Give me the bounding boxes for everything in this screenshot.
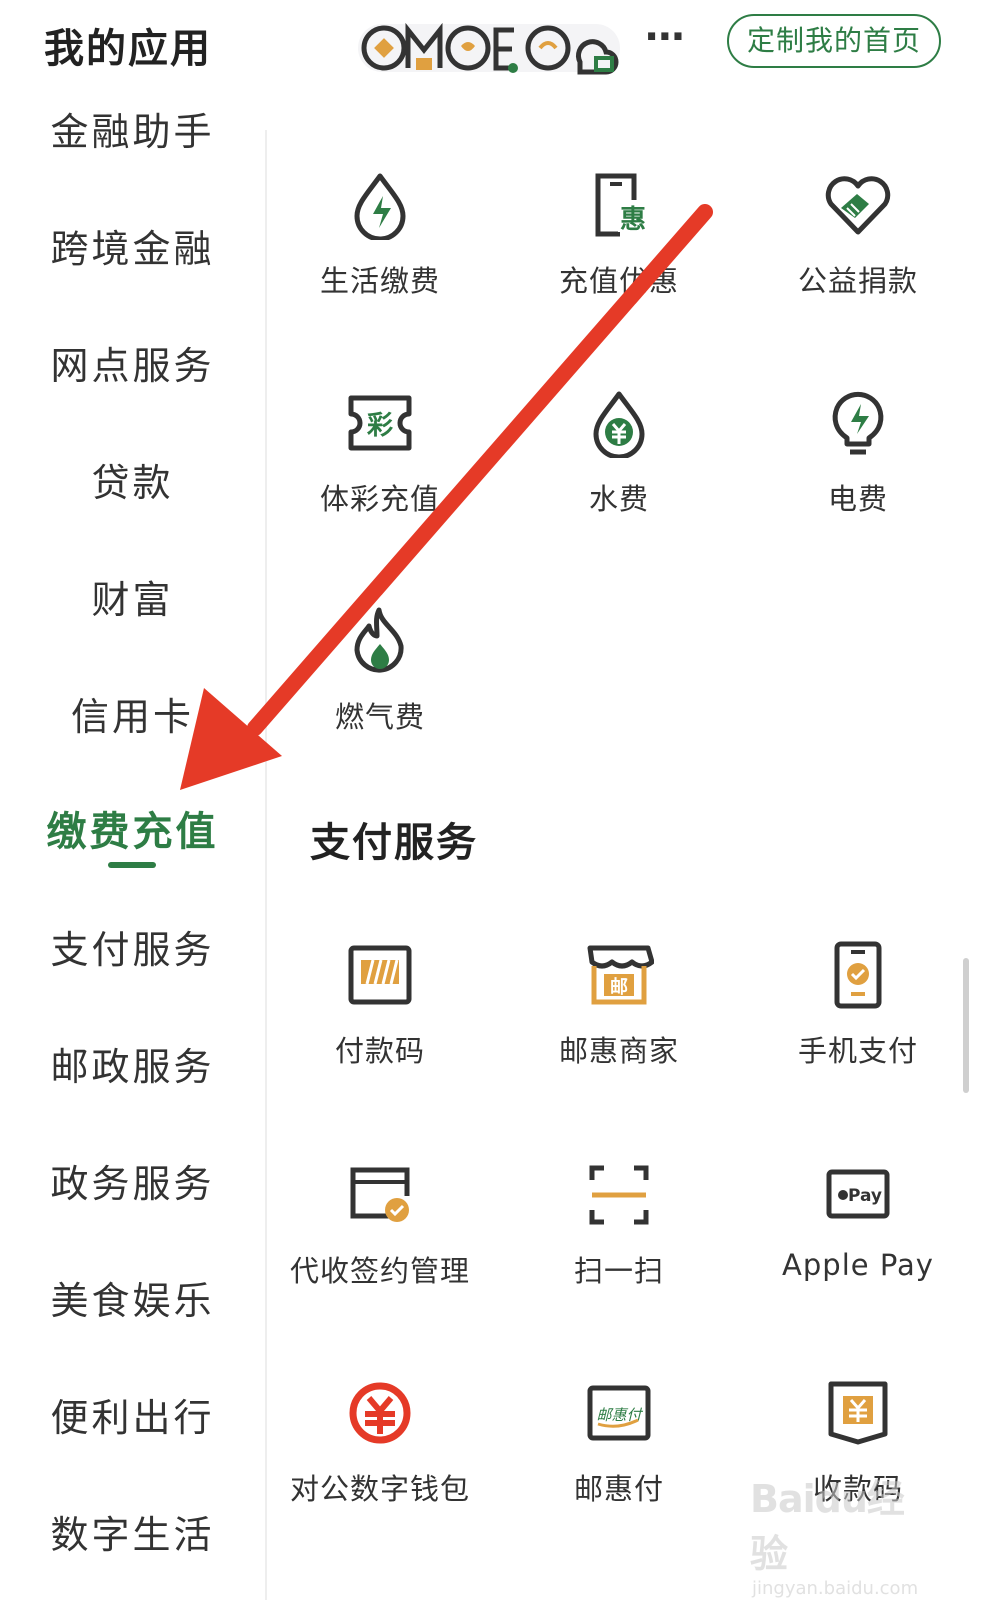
store-icon: 邮 — [587, 945, 654, 1005]
sidebar-item-digital-life[interactable]: 数字生活 — [0, 1505, 265, 1565]
page-title: 我的应用 — [44, 26, 212, 72]
customize-home-button[interactable]: 定制我的首页 — [727, 14, 941, 68]
sidebar-item-credit-card[interactable]: 信用卡 — [0, 687, 265, 747]
recent-apps-strip-icon[interactable] — [358, 18, 620, 76]
tile-apple-pay[interactable]: Pay Apple Pay — [738, 1160, 978, 1340]
tile-topup-discount[interactable]: 惠 充值优惠 — [499, 170, 739, 350]
sidebar-item-travel[interactable]: 便利出行 — [0, 1388, 265, 1448]
tile-lottery-topup[interactable]: 彩 体彩充值 — [260, 388, 500, 568]
sidebar-item-cross-border[interactable]: 跨境金融 — [0, 219, 265, 279]
tile-label: 水费 — [588, 482, 649, 516]
svg-text:彩: 彩 — [366, 411, 393, 441]
svg-text:惠: 惠 — [620, 205, 646, 235]
tile-label: 手机支付 — [797, 1034, 918, 1068]
card-pay-icon: 邮惠付 — [587, 1385, 651, 1441]
sidebar-item-branch-services[interactable]: 网点服务 — [0, 336, 265, 396]
tile-label: 邮惠商家 — [558, 1034, 679, 1068]
lottery-ticket-icon: 彩 — [348, 395, 412, 451]
lightbulb-icon — [832, 391, 884, 455]
sidebar-item-postal[interactable]: 邮政服务 — [0, 1037, 265, 1097]
apple-pay-badge-text: Pay — [848, 1186, 882, 1206]
tile-label: 公益捐款 — [797, 264, 918, 298]
tile-electricity-bill[interactable]: 电费 — [738, 388, 978, 568]
tile-label: 燃气费 — [334, 700, 425, 734]
tile-payment-code[interactable]: 付款码 — [260, 940, 500, 1120]
tile-water-bill[interactable]: 水费 — [499, 388, 739, 568]
flame-icon — [354, 607, 404, 673]
receive-code-icon — [828, 1381, 888, 1445]
tile-scan[interactable]: 扫一扫 — [499, 1160, 739, 1340]
active-indicator — [108, 862, 156, 868]
tile-postal-merchants[interactable]: 邮 邮惠商家 — [499, 940, 739, 1120]
yuan-wallet-icon — [349, 1382, 411, 1444]
scrollbar[interactable] — [963, 958, 969, 1093]
tile-postal-pay[interactable]: 邮惠付 邮惠付 — [499, 1378, 739, 1558]
more-options-icon[interactable]: ··· — [644, 14, 686, 60]
tile-label: 扫一扫 — [573, 1254, 664, 1288]
sidebar-item-government[interactable]: 政务服务 — [0, 1154, 265, 1214]
sidebar-item-finance-assistant[interactable]: 金融助手 — [0, 102, 265, 162]
tile-label: 充值优惠 — [558, 264, 679, 298]
phone-discount-icon: 惠 — [595, 173, 648, 237]
phone-pay-icon — [834, 941, 882, 1009]
water-drop-icon — [593, 391, 645, 458]
baidu-watermark: Baidu经验 jingyan.baidu.com — [750, 1468, 930, 1599]
barcode-icon — [348, 945, 412, 1005]
tile-charity[interactable]: 公益捐款 — [738, 170, 978, 350]
heart-hand-icon — [825, 176, 891, 235]
bolt-drop-icon — [354, 173, 406, 240]
header: 我的应用 ··· 定制我的首页 — [0, 0, 997, 100]
tile-collection-contract[interactable]: 代收签约管理 — [260, 1160, 500, 1340]
section-title-payment: 支付服务 — [310, 820, 478, 866]
apple-pay-icon: Pay — [826, 1169, 890, 1219]
watermark-text: Baidu经验 — [750, 1477, 905, 1576]
tile-label: 对公数字钱包 — [289, 1472, 470, 1506]
contract-icon — [350, 1167, 410, 1222]
tile-label: 生活缴费 — [319, 264, 440, 298]
tile-label: 体彩充值 — [319, 482, 440, 516]
tile-label: 邮惠付 — [573, 1472, 664, 1506]
tile-label: Apple Pay — [782, 1248, 934, 1282]
sidebar-item-wealth[interactable]: 财富 — [0, 570, 265, 630]
store-badge-text: 邮 — [610, 976, 628, 998]
scan-icon — [589, 1165, 649, 1225]
watermark-subtext: jingyan.baidu.com — [752, 1578, 919, 1599]
sidebar-item-loans[interactable]: 贷款 — [0, 453, 265, 513]
tile-label: 付款码 — [334, 1034, 425, 1068]
tile-corporate-wallet[interactable]: 对公数字钱包 — [260, 1378, 500, 1558]
tile-label: 代收签约管理 — [289, 1254, 470, 1288]
tile-mobile-pay[interactable]: 手机支付 — [738, 940, 978, 1120]
sidebar-item-food-entertainment[interactable]: 美食娱乐 — [0, 1271, 265, 1331]
sidebar-item-payment[interactable]: 支付服务 — [0, 920, 265, 980]
tile-gas-bill[interactable]: 燃气费 — [260, 606, 500, 786]
tile-living-payment[interactable]: 生活缴费 — [260, 170, 500, 350]
tile-label: 电费 — [827, 482, 888, 516]
sidebar-item-recharge[interactable]: 缴费充值 — [0, 802, 265, 862]
